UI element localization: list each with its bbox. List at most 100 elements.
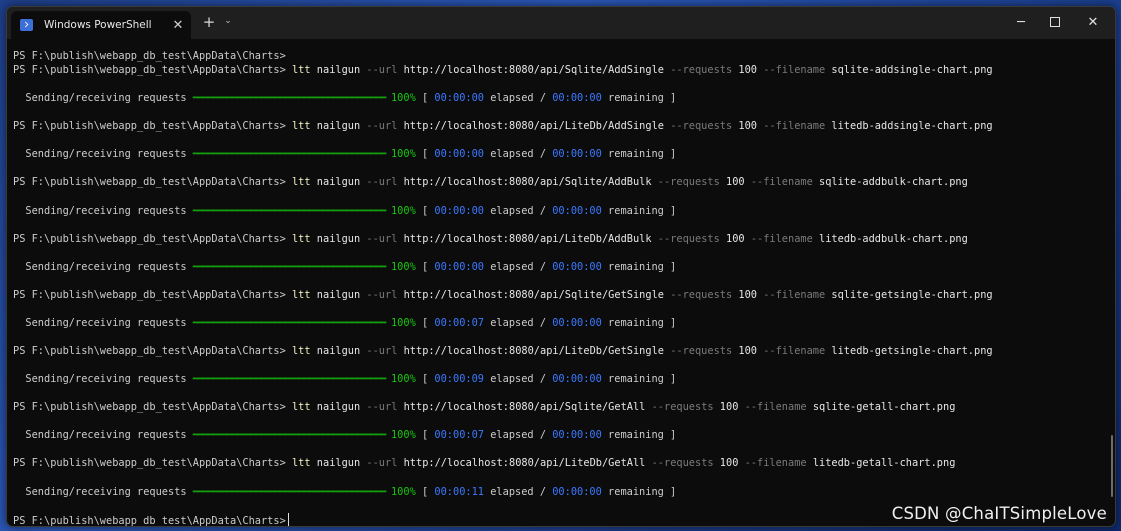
elapsed-time: 00:00:09: [434, 373, 485, 386]
filename-value: sqlite-addbulk-chart.png: [819, 176, 968, 189]
command-name: ltt: [291, 457, 311, 470]
prompt: PS F:\publish\webapp_db_test\AppData\Cha…: [13, 401, 286, 414]
progress-bar: ━━━━━━━━━━━━━━━━━━━━━━━━━━━━━━━━━━━━━━━━: [192, 316, 386, 329]
requests-value: 100: [726, 232, 745, 245]
progress-line: Sending/receiving requests ━━━━━━━━━━━━━…: [25, 260, 677, 273]
filename-value: sqlite-getall-chart.png: [812, 401, 956, 414]
url-flag: --url: [366, 64, 398, 76]
remaining-label: remaining: [608, 373, 664, 386]
tab-title: Windows PowerShell: [44, 19, 152, 31]
progress-line: Sending/receiving requests ━━━━━━━━━━━━━…: [25, 92, 677, 105]
new-tab-button[interactable]: +: [199, 13, 219, 31]
remaining-time: 00:00:00: [552, 316, 602, 329]
prompt: PS F:\publish\webapp_db_test\AppData\Cha…: [13, 120, 286, 133]
remaining-time: 00:00:00: [552, 148, 602, 161]
filename-flag: --filename: [750, 176, 813, 189]
requests-flag: --requests: [670, 345, 733, 357]
requests-flag: --requests: [651, 401, 714, 414]
elapsed-label: elapsed: [490, 485, 534, 498]
tab-close-icon[interactable]: ✕: [167, 18, 189, 33]
prompt-line: PS F:\publish\webapp_db_test\AppData\Cha…: [13, 49, 286, 63]
requests-value: 100: [738, 288, 757, 301]
elapsed-time: 00:00:00: [434, 260, 485, 273]
remaining-label: remaining: [608, 148, 664, 161]
progress-percent: 100%: [390, 316, 416, 329]
command-name: ltt: [291, 345, 311, 357]
progress-percent: 100%: [390, 260, 416, 273]
tab-windows-powershell[interactable]: Windows PowerShell ✕: [11, 11, 191, 39]
elapsed-label: elapsed: [490, 316, 534, 329]
command-name: ltt: [291, 176, 311, 189]
url-flag: --url: [366, 345, 398, 357]
elapsed-time: 00:00:00: [434, 204, 485, 217]
command-name: ltt: [291, 64, 311, 76]
requests-value: 100: [738, 120, 757, 133]
text-cursor[interactable]: [287, 512, 289, 526]
progress-label: Sending/receiving requests: [25, 148, 187, 161]
requests-value: 100: [738, 64, 757, 76]
url-flag: --url: [366, 288, 398, 301]
progress-bar: ━━━━━━━━━━━━━━━━━━━━━━━━━━━━━━━━━━━━━━━━: [192, 92, 386, 105]
progress-line: Sending/receiving requests ━━━━━━━━━━━━━…: [25, 429, 677, 442]
progress-label: Sending/receiving requests: [25, 316, 187, 329]
requests-flag: --requests: [651, 457, 714, 470]
chevron-down-icon[interactable]: ⌄: [221, 16, 235, 26]
elapsed-time: 00:00:00: [434, 148, 485, 161]
filename-flag: --filename: [763, 345, 826, 357]
requests-value: 100: [726, 176, 745, 189]
prompt: PS F:\publish\webapp_db_test\AppData\Cha…: [13, 514, 286, 527]
progress-line: Sending/receiving requests ━━━━━━━━━━━━━…: [25, 204, 677, 217]
url-flag: --url: [366, 457, 398, 470]
command-line: PS F:\publish\webapp_db_test\AppData\Cha…: [13, 175, 968, 189]
progress-line: Sending/receiving requests ━━━━━━━━━━━━━…: [25, 148, 677, 161]
progress-line: Sending/receiving requests ━━━━━━━━━━━━━…: [25, 485, 677, 498]
progress-percent: 100%: [390, 92, 416, 105]
filename-value: litedb-addbulk-chart.png: [819, 232, 968, 245]
command-line: PS F:\publish\webapp_db_test\AppData\Cha…: [13, 456, 955, 470]
prompt: PS F:\publish\webapp_db_test\AppData\Cha…: [13, 50, 286, 62]
progress-bar: ━━━━━━━━━━━━━━━━━━━━━━━━━━━━━━━━━━━━━━━━: [192, 204, 386, 217]
scrollbar[interactable]: [1111, 435, 1113, 497]
command-name: ltt: [291, 120, 311, 133]
url-flag: --url: [366, 120, 398, 133]
close-button[interactable]: ✕: [1073, 7, 1113, 37]
tool-name: nailgun: [316, 457, 361, 470]
progress-label: Sending/receiving requests: [25, 373, 187, 386]
requests-value: 100: [738, 345, 757, 357]
url-value: http://localhost:8080/api/Sqlite/GetAll: [403, 401, 646, 414]
url-value: http://localhost:8080/api/LiteDb/AddBulk: [403, 232, 652, 245]
remaining-label: remaining: [608, 260, 664, 273]
remaining-time: 00:00:00: [552, 204, 602, 217]
requests-flag: --requests: [670, 64, 733, 76]
filename-value: litedb-getall-chart.png: [812, 457, 956, 470]
powershell-icon: [20, 19, 33, 31]
elapsed-label: elapsed: [490, 204, 534, 217]
remaining-label: remaining: [608, 204, 664, 217]
filename-flag: --filename: [763, 64, 826, 76]
prompt: PS F:\publish\webapp_db_test\AppData\Cha…: [13, 345, 286, 357]
remaining-label: remaining: [608, 92, 664, 105]
progress-percent: 100%: [390, 373, 416, 386]
filename-flag: --filename: [763, 120, 826, 133]
elapsed-label: elapsed: [490, 429, 534, 442]
title-bar[interactable]: Windows PowerShell ✕ + ⌄ ─ ✕: [7, 7, 1115, 39]
maximize-button[interactable]: [1035, 7, 1075, 37]
progress-label: Sending/receiving requests: [25, 260, 187, 273]
progress-percent: 100%: [390, 148, 416, 161]
tool-name: nailgun: [316, 345, 361, 357]
requests-flag: --requests: [670, 288, 733, 301]
progress-bar: ━━━━━━━━━━━━━━━━━━━━━━━━━━━━━━━━━━━━━━━━: [192, 373, 386, 386]
watermark: CSDN @ChaITSimpleLove: [891, 504, 1107, 523]
elapsed-time: 00:00:07: [434, 316, 485, 329]
filename-value: sqlite-getsingle-chart.png: [831, 288, 993, 301]
progress-label: Sending/receiving requests: [25, 92, 187, 105]
url-flag: --url: [366, 401, 398, 414]
elapsed-label: elapsed: [490, 92, 534, 105]
prompt: PS F:\publish\webapp_db_test\AppData\Cha…: [13, 176, 286, 189]
progress-label: Sending/receiving requests: [25, 485, 187, 498]
remaining-time: 00:00:00: [552, 485, 602, 498]
requests-value: 100: [719, 457, 739, 470]
terminal-output[interactable]: PS F:\publish\webapp_db_test\AppData\Cha…: [13, 50, 1105, 527]
elapsed-label: elapsed: [490, 373, 534, 386]
remaining-label: remaining: [608, 485, 664, 498]
